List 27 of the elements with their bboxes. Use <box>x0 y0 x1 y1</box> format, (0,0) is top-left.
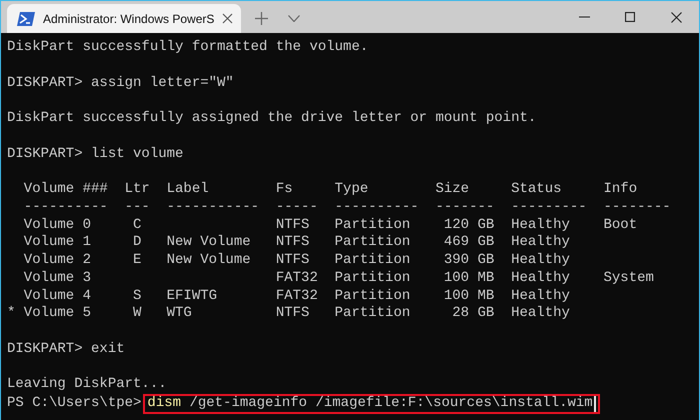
powershell-icon <box>17 12 35 26</box>
shell-prompt: PS C:\Users\tpe> <box>7 395 142 413</box>
new-tab-icon[interactable] <box>255 12 268 25</box>
terminal-line: Volume 1 D New Volume NTFS Partition 469 GB Healthy <box>22 234 570 252</box>
terminal-line: Volume ### Ltr Label Fs Type Size Status Info <box>22 181 638 199</box>
close-tab-icon[interactable] <box>222 13 234 24</box>
terminal-line: DISKPART> list volume <box>7 146 184 164</box>
terminal-line: Volume 2 E New Volume NTFS Partition 390 GB Healthy <box>22 252 570 270</box>
terminal-line: DISKPART> exit <box>7 340 125 358</box>
minimize-icon[interactable] <box>578 16 590 18</box>
close-icon[interactable] <box>670 12 682 22</box>
terminal-line: Volume 4 S EFIWTG FAT32 Partition 100 MB Healthy <box>22 288 570 306</box>
terminal-tab[interactable]: Administrator: Windows PowerS <box>7 4 242 33</box>
terminal-line: * Volume 5 W WTG NTFS Partition 28 GB Healthy <box>7 305 570 323</box>
text-cursor <box>594 396 596 412</box>
terminal-line: Volume 0 C NTFS Partition 120 GB Healthy Boot <box>22 216 638 234</box>
command-name: dism <box>147 395 182 413</box>
tab-title: Administrator: Windows PowerS <box>43 12 214 26</box>
chevron-down-icon[interactable] <box>288 15 300 22</box>
terminal-line: DiskPart successfully assigned the drive letter or mount point. <box>7 110 536 128</box>
command-arguments: /get-imageinfo /imagefile:F:\sources\install.wim <box>189 395 593 413</box>
maximize-icon[interactable] <box>625 12 635 22</box>
terminal-line: Leaving DiskPart... <box>7 376 167 394</box>
terminal-line: Volume 3 FAT32 Partition 100 MB Healthy System <box>22 270 654 288</box>
terminal-line: DiskPart successfully formatted the volume. <box>7 39 368 57</box>
terminal-line: ---------- --- ----------- ----- ---------- ------- --------- -------- <box>22 198 671 216</box>
terminal-line: DISKPART> assign letter="W" <box>7 74 234 92</box>
